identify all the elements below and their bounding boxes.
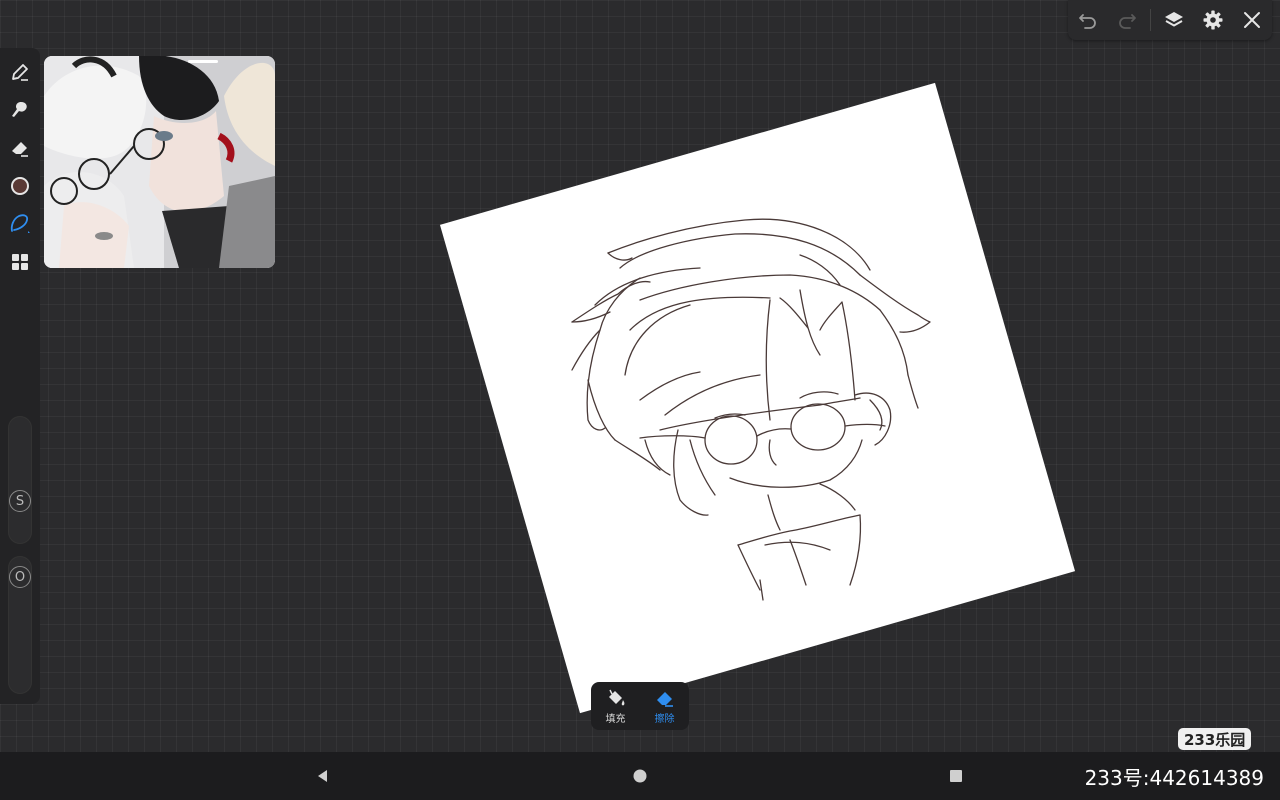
redo-button[interactable] [1111, 4, 1143, 36]
user-id-label: 233号:442614389 [1084, 766, 1264, 790]
paint-bucket-icon [608, 689, 624, 705]
reference-image [44, 56, 275, 268]
drawing-canvas[interactable] [439, 82, 1076, 714]
fill-erase-popup: 填充 擦除 [591, 682, 689, 730]
close-icon [1244, 12, 1261, 28]
layers-icon [1165, 12, 1184, 27]
undo-button[interactable] [1072, 4, 1104, 36]
watermark-logo: 233乐园 [1178, 728, 1252, 750]
color-swatch [11, 177, 29, 195]
lasso-tool[interactable] [6, 210, 34, 238]
settings-button[interactable] [1197, 4, 1229, 36]
reference-image-window[interactable] [44, 56, 275, 268]
brush-tool[interactable] [6, 58, 34, 86]
grid-icon [12, 254, 28, 270]
erase-label: 擦除 [654, 713, 675, 725]
layout-tool[interactable] [6, 248, 34, 276]
toolbar-divider [1149, 9, 1151, 31]
eraser-icon [656, 691, 673, 707]
reference-window-handle[interactable] [188, 60, 218, 63]
opacity-slider-knob[interactable]: O [9, 566, 31, 588]
smudge-tool[interactable] [6, 96, 34, 124]
undo-icon [1078, 14, 1096, 29]
size-slider-knob[interactable]: S [9, 490, 31, 512]
eraser-icon [12, 142, 28, 157]
opacity-slider-label: O [14, 569, 26, 585]
fill-button[interactable]: 填充 [605, 688, 627, 725]
top-toolbar [1068, 0, 1272, 40]
watermark-logo-text: 233乐园 [1184, 730, 1246, 749]
fill-label: 填充 [605, 713, 626, 725]
close-button[interactable] [1236, 4, 1268, 36]
brush-size-slider[interactable]: S [8, 416, 32, 544]
left-toolbar: S O [0, 48, 40, 704]
smudge-icon [12, 102, 27, 117]
size-slider-label: S [15, 493, 25, 509]
back-triangle-icon [318, 770, 327, 782]
brush-icon [12, 64, 28, 81]
redo-icon [1118, 14, 1136, 29]
opacity-slider[interactable]: O [8, 556, 32, 694]
recents-square-icon [950, 770, 962, 782]
eraser-tool[interactable] [6, 134, 34, 162]
home-circle-icon [633, 769, 647, 783]
color-picker[interactable] [6, 172, 34, 200]
nav-recents-button[interactable] [944, 764, 968, 788]
layers-button[interactable] [1158, 4, 1190, 36]
erase-button[interactable]: 擦除 [654, 688, 676, 725]
lasso-icon [10, 214, 30, 233]
nav-home-button[interactable] [628, 764, 652, 788]
nav-back-button[interactable] [311, 764, 335, 788]
gear-icon [1203, 10, 1223, 30]
